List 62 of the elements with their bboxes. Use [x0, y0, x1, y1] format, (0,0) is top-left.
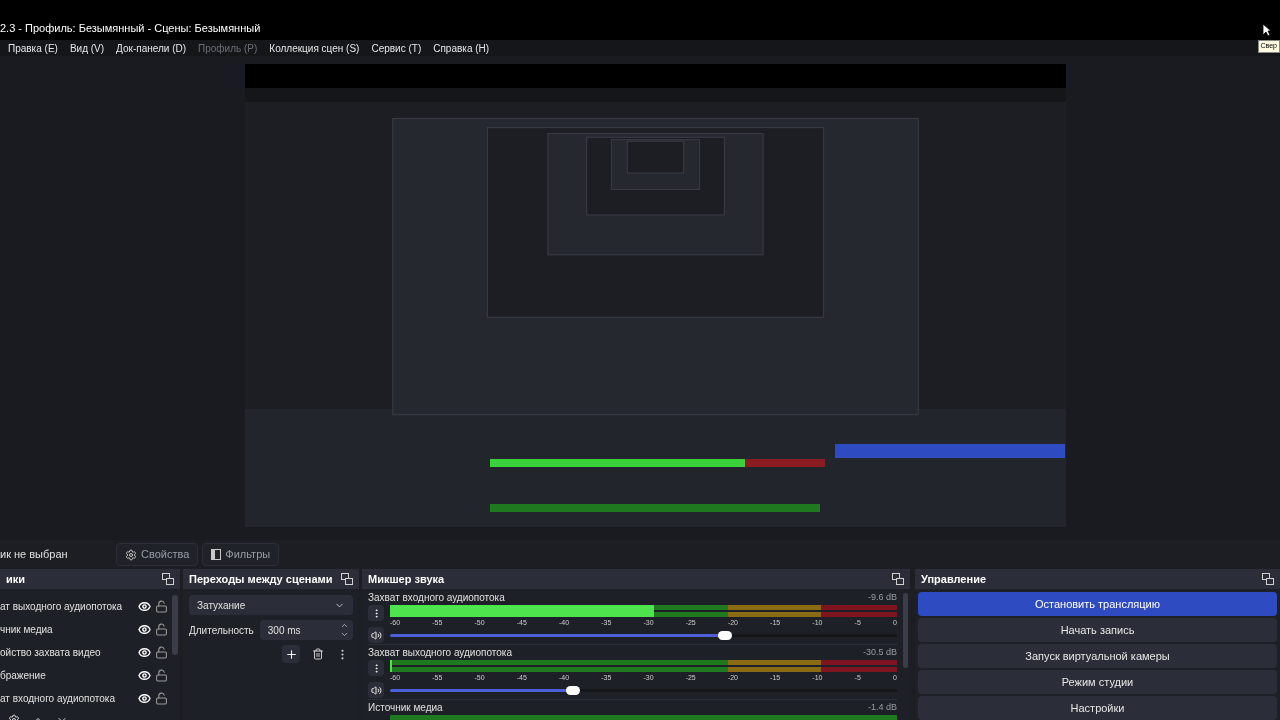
speaker-icon: [370, 629, 382, 641]
scrollbar[interactable]: [903, 593, 908, 668]
increment-icon: [340, 621, 349, 630]
undock-icon[interactable]: [341, 573, 353, 585]
channel-name: Захват входного аудиопотока: [368, 591, 505, 605]
source-name: ат выходного аудиопотока: [0, 600, 124, 614]
menu-item[interactable]: Сервис (T): [371, 40, 422, 56]
control-button[interactable]: Начать запись: [918, 618, 1277, 642]
volume-slider[interactable]: [390, 630, 897, 640]
dock-title: Переходы между сценами: [189, 571, 333, 587]
trash-icon[interactable]: [312, 648, 324, 660]
transition-dropdown[interactable]: Затухание: [189, 595, 353, 615]
window-title: 2.3 - Профиль: Безымянный - Сцены: Безымянный: [0, 20, 261, 36]
channel-menu-button[interactable]: [368, 660, 384, 676]
control-button[interactable]: Остановить трансляцию: [918, 592, 1277, 616]
duration-label: Длительность: [189, 623, 254, 638]
speaker-icon: [370, 684, 382, 696]
dock-title: Управление: [921, 571, 986, 587]
mute-button[interactable]: [368, 682, 384, 698]
channel-menu-button[interactable]: [368, 605, 384, 621]
filter-icon: [211, 549, 222, 560]
filters-button[interactable]: Фильтры: [202, 543, 280, 566]
volume-slider[interactable]: [390, 685, 897, 695]
dock-title: Микшер звука: [368, 571, 445, 587]
control-button[interactable]: Режим студии: [918, 670, 1277, 694]
channel-name: Источник медиа: [368, 701, 443, 715]
volume-thumb[interactable]: [717, 630, 732, 640]
source-item[interactable]: ат входного аудиопотока: [0, 687, 172, 710]
source-item[interactable]: ат выходного аудиопотока: [0, 595, 172, 618]
control-button[interactable]: Настройки: [918, 696, 1277, 720]
properties-button[interactable]: Свойства: [116, 543, 199, 566]
undock-icon[interactable]: [1262, 573, 1274, 585]
menu-item[interactable]: Справка (H): [433, 40, 490, 56]
dock-title: ики: [6, 571, 26, 587]
source-name: ойство захвата видео: [0, 646, 102, 660]
source-name: бражение: [0, 669, 47, 683]
menu-item[interactable]: Вид (V): [69, 40, 105, 56]
gear-icon: [125, 548, 137, 561]
source-label: ик не выбран: [0, 547, 69, 563]
source-name: чник медиа: [0, 623, 54, 637]
source-item[interactable]: бражение: [0, 664, 172, 687]
decrement-icon: [340, 630, 349, 639]
volume-thumb[interactable]: [565, 685, 580, 695]
source-name: ат входного аудиопотока: [0, 692, 116, 706]
undock-icon[interactable]: [162, 573, 174, 585]
menu-item[interactable]: Правка (E): [8, 40, 58, 56]
cursor-icon: [1262, 23, 1272, 37]
duration-field[interactable]: 300 ms: [259, 620, 353, 640]
menu-item[interactable]: Док-панели (D): [116, 40, 187, 56]
menu-item[interactable]: Коллекция сцен (S): [269, 40, 360, 56]
plus-icon: [284, 647, 298, 661]
undock-icon[interactable]: [892, 573, 904, 585]
channel-reading: -1.4 dB: [867, 700, 897, 714]
channel-reading: -30.5 dB: [862, 645, 897, 659]
add-button[interactable]: [282, 645, 300, 663]
control-button[interactable]: Запуск виртуальной камеры: [918, 644, 1277, 668]
channel-reading: -9.6 dB: [867, 590, 897, 604]
mute-button[interactable]: [368, 627, 384, 643]
scrollbar[interactable]: [172, 595, 178, 655]
source-item[interactable]: чник медиа: [0, 618, 172, 641]
source-item[interactable]: ойство захвата видео: [0, 641, 172, 664]
channel-name: Захват выходного аудиопотока: [368, 646, 512, 660]
